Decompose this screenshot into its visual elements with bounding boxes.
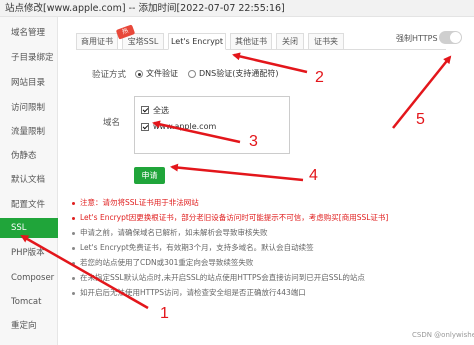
sidebar-item-default-doc[interactable]: 默认文档 <box>0 170 58 190</box>
select-all-label[interactable]: 全选 <box>153 105 169 116</box>
list-item: Let's Encrypt免费证书，有效期3个月，支持多域名。默认会自动续签 <box>72 242 314 253</box>
tab-other-cert[interactable]: 其他证书 <box>230 33 272 50</box>
watermark: CSDN @onlywishes <box>412 331 474 339</box>
list-item: 申请之前，请确保域名已解析，如未解析会导致审核失败 <box>72 227 268 238</box>
bullet-icon <box>72 201 75 205</box>
sidebar-item-rewrite[interactable]: 伪静态 <box>0 146 58 166</box>
bullet-icon <box>72 231 75 235</box>
radio-dns-verify-label[interactable]: DNS验证(支持通配符) <box>199 68 278 79</box>
sidebar-item-config[interactable]: 配置文件 <box>0 195 58 215</box>
sidebar-item-ssl[interactable]: SSL <box>0 218 58 238</box>
domain-label: 域名 <box>103 118 121 128</box>
sidebar: 域名管理 子目录绑定 网站目录 访问限制 流量限制 伪静态 默认文档 配置文件 … <box>0 17 58 345</box>
domain-checkbox[interactable] <box>141 123 149 131</box>
tab-cert-folder[interactable]: 证书夹 <box>308 33 344 50</box>
sidebar-item-php[interactable]: PHP版本 <box>0 243 58 263</box>
sidebar-item-traffic-limit[interactable]: 流量限制 <box>0 122 58 142</box>
sidebar-item-site-dir[interactable]: 网站目录 <box>0 73 58 93</box>
sidebar-item-composer[interactable]: Composer <box>0 268 58 288</box>
list-item: 注意：请勿将SSL证书用于非法网站 <box>72 197 199 208</box>
sidebar-item-tomcat[interactable]: Tomcat <box>0 292 58 312</box>
apply-button[interactable]: 申请 <box>134 167 165 184</box>
sidebar-item-domain[interactable]: 域名管理 <box>0 23 58 43</box>
bullet-icon <box>72 261 75 265</box>
domain-checkbox-label[interactable]: www.apple.com <box>153 122 216 131</box>
list-item: 如开启后无法使用HTTPS访问，请检查安全组是否正确放行443端口 <box>72 287 306 298</box>
bullet-icon <box>72 216 75 220</box>
window-title: 站点修改[www.apple.com] -- 添加时间[2022-07-07 2… <box>0 0 474 17</box>
domain-list: 全选 www.apple.com <box>134 96 290 154</box>
verify-method-label: 验证方式 <box>92 70 127 80</box>
bullet-icon <box>72 276 75 280</box>
tab-baota-ssl[interactable]: 热 宝塔SSL <box>115 24 164 50</box>
radio-file-verify[interactable] <box>135 70 143 78</box>
list-item: Let's Encrypt因更换根证书，部分老旧设备访问时可能提示不可信，考虑购… <box>72 212 388 223</box>
sidebar-item-access-limit[interactable]: 访问限制 <box>0 98 58 118</box>
bullet-icon <box>72 291 75 295</box>
tab-lets-encrypt[interactable]: Let's Encrypt <box>168 33 226 50</box>
tab-close[interactable]: 关闭 <box>276 33 304 50</box>
sidebar-item-redirect[interactable]: 重定向 <box>0 316 58 336</box>
select-all-checkbox[interactable] <box>141 106 149 114</box>
toggle-knob <box>450 32 461 43</box>
list-item: 在未指定SSL默认站点时,未开启SSL的站点使用HTTPS会直接访问到已开启SS… <box>72 272 365 283</box>
force-https-label: 强制HTTPS <box>396 34 438 43</box>
tab-label: 宝塔SSL <box>127 37 159 46</box>
radio-file-verify-label[interactable]: 文件验证 <box>146 68 178 79</box>
force-https-toggle[interactable] <box>439 31 462 44</box>
sidebar-item-subdir[interactable]: 子目录绑定 <box>0 48 58 68</box>
tab-commercial-cert[interactable]: 商用证书 <box>76 33 118 50</box>
list-item: 若您的站点使用了CDN或301重定向会导致续签失败 <box>72 257 253 268</box>
radio-dns-verify[interactable] <box>188 70 196 78</box>
bullet-icon <box>72 246 75 250</box>
main-content: 商用证书 热 宝塔SSL Let's Encrypt 其他证书 关闭 证书夹 强… <box>58 17 474 345</box>
